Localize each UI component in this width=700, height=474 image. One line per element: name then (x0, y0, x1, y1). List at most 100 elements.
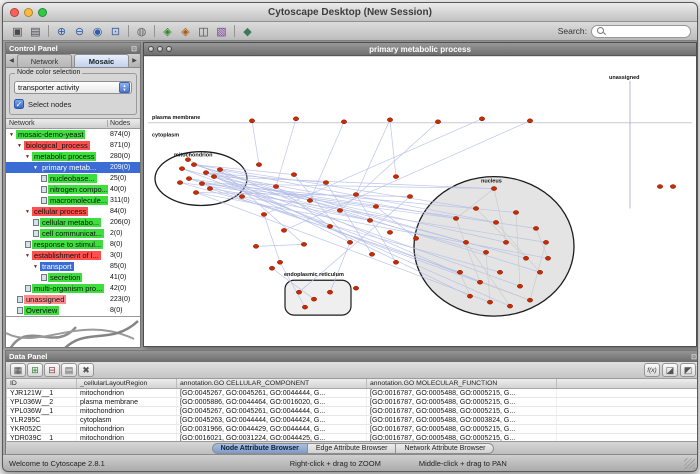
create-network-icon[interactable]: ◈ (159, 24, 176, 39)
network-node[interactable] (327, 224, 332, 228)
select-nodes-checkbox[interactable]: ✓ (14, 99, 24, 109)
float-data-panel-icon[interactable]: ⊡ (691, 353, 697, 361)
column-header[interactable]: annotation.GO MOLECULAR_FUNCTION (367, 379, 557, 388)
tree-expand-icon[interactable]: ▼ (17, 143, 24, 149)
network-node[interactable] (527, 298, 532, 302)
tree-row[interactable]: response to stimul...8(0) (6, 239, 140, 250)
tree-row[interactable]: cell communicat...2(0) (6, 228, 140, 239)
network-node[interactable] (203, 171, 208, 175)
network-node[interactable] (291, 173, 296, 177)
network-node[interactable] (253, 244, 258, 248)
network-node[interactable] (493, 220, 498, 224)
network-node[interactable] (311, 297, 316, 301)
tab-node-attribute-browser[interactable]: Node Attribute Browser (212, 443, 308, 454)
tab-scroll-right-icon[interactable]: ▶ (130, 57, 139, 64)
delete-attribute-icon[interactable]: ⊟ (44, 363, 60, 377)
tree-row[interactable]: ▼mosaic-demo-yeast874(0) (6, 129, 140, 140)
network-node[interactable] (533, 226, 538, 230)
network-node[interactable] (256, 163, 261, 167)
network-node[interactable] (670, 185, 675, 189)
network-node[interactable] (369, 252, 374, 256)
network-manager-icon[interactable]: ◫ (195, 24, 212, 39)
search-field[interactable] (591, 25, 691, 38)
network-node[interactable] (473, 206, 478, 210)
network-node[interactable] (503, 240, 508, 244)
network-node[interactable] (453, 216, 458, 220)
zoom-in-icon[interactable]: ⊕ (53, 24, 70, 39)
network-node[interactable] (543, 240, 548, 244)
network-node[interactable] (523, 256, 528, 260)
network-node[interactable] (497, 270, 502, 274)
color-attribute-dropdown[interactable]: transporter activity ▲▼ (14, 81, 132, 94)
tree-row[interactable]: Overview8(0) (6, 305, 140, 316)
network-node[interactable] (407, 195, 412, 199)
network-node[interactable] (211, 175, 216, 179)
search-input[interactable] (608, 27, 685, 36)
tree-expand-icon[interactable]: ▼ (9, 132, 16, 138)
minimize-button[interactable] (24, 8, 33, 17)
network-node[interactable] (491, 187, 496, 191)
network-node[interactable] (191, 163, 196, 167)
export-attributes-icon[interactable]: ◩ (680, 363, 696, 377)
network-node[interactable] (463, 240, 468, 244)
network-node[interactable] (467, 294, 472, 298)
column-header[interactable]: ID (7, 379, 77, 388)
close-button[interactable] (10, 8, 19, 17)
network-node[interactable] (367, 218, 372, 222)
network-node[interactable] (657, 185, 662, 189)
network-canvas[interactable]: plasma membranecytoplasmmitochondrionnuc… (144, 57, 696, 346)
network-node[interactable] (301, 242, 306, 246)
network-node[interactable] (527, 119, 532, 123)
network-node[interactable] (341, 120, 346, 124)
network-node[interactable] (239, 195, 244, 199)
network-node[interactable] (479, 117, 484, 121)
create-attribute-icon[interactable]: ⊞ (27, 363, 43, 377)
inner-close-button[interactable] (148, 46, 154, 52)
network-node[interactable] (281, 228, 286, 232)
network-node[interactable] (337, 208, 342, 212)
network-node[interactable] (387, 118, 392, 122)
vizmapper-icon[interactable]: ▧ (213, 24, 230, 39)
tree-expand-icon[interactable]: ▼ (25, 253, 32, 259)
tab-network[interactable]: Network (17, 54, 72, 67)
network-node[interactable] (307, 199, 312, 203)
network-node[interactable] (413, 236, 418, 240)
zoom-out-icon[interactable]: ⊖ (71, 24, 88, 39)
table-row[interactable]: YJR121W__1mitochondrion[GO:0045267, GO:0… (7, 389, 698, 398)
network-node[interactable] (193, 191, 198, 195)
import-attributes-icon[interactable]: ◪ (662, 363, 678, 377)
tree-row[interactable]: ▼establishment of l...3(0) (6, 250, 140, 261)
tree-row[interactable]: ▼biological_process871(0) (6, 140, 140, 151)
network-node[interactable] (477, 280, 482, 284)
network-node[interactable] (347, 240, 352, 244)
network-node[interactable] (186, 177, 191, 181)
maximize-button[interactable] (38, 8, 47, 17)
network-node[interactable] (513, 210, 518, 214)
network-node[interactable] (207, 187, 212, 191)
tree-row[interactable]: cellular metabo...206(0) (6, 217, 140, 228)
network-node[interactable] (293, 117, 298, 121)
network-node[interactable] (507, 304, 512, 308)
network-node[interactable] (487, 300, 492, 304)
network-node[interactable] (517, 284, 522, 288)
network-view-titlebar[interactable]: primary metabolic process (144, 43, 696, 56)
tree-row[interactable]: nitrogen compo...40(0) (6, 184, 140, 195)
graphics-details-icon[interactable]: ◍ (133, 24, 150, 39)
network-node[interactable] (537, 270, 542, 274)
network-graph[interactable]: plasma membranecytoplasmmitochondrionnuc… (144, 57, 696, 346)
table-row[interactable]: YPL036W__1mitochondrion[GO:0045267, GO:0… (7, 407, 698, 416)
tree-row[interactable]: nucleobase...25(0) (6, 173, 140, 184)
tree-expand-icon[interactable]: ▼ (25, 209, 32, 215)
column-header[interactable]: annotation.GO CELLULAR_COMPONENT (177, 379, 367, 388)
console-icon[interactable]: ▣ (9, 24, 26, 39)
network-node[interactable] (296, 290, 301, 294)
tab-scroll-left-icon[interactable]: ◀ (7, 57, 16, 64)
table-row[interactable]: YLR295Ccytoplasm[GO:0045263, GO:0044444,… (7, 416, 698, 425)
network-node[interactable] (302, 305, 307, 309)
network-node[interactable] (435, 120, 440, 124)
network-node[interactable] (179, 167, 184, 171)
zoom-selected-icon[interactable]: ◉ (89, 24, 106, 39)
zoom-fit-icon[interactable]: ⊡ (107, 24, 124, 39)
tree-row[interactable]: ▼cellular process84(0) (6, 206, 140, 217)
inner-maximize-button[interactable] (166, 46, 172, 52)
